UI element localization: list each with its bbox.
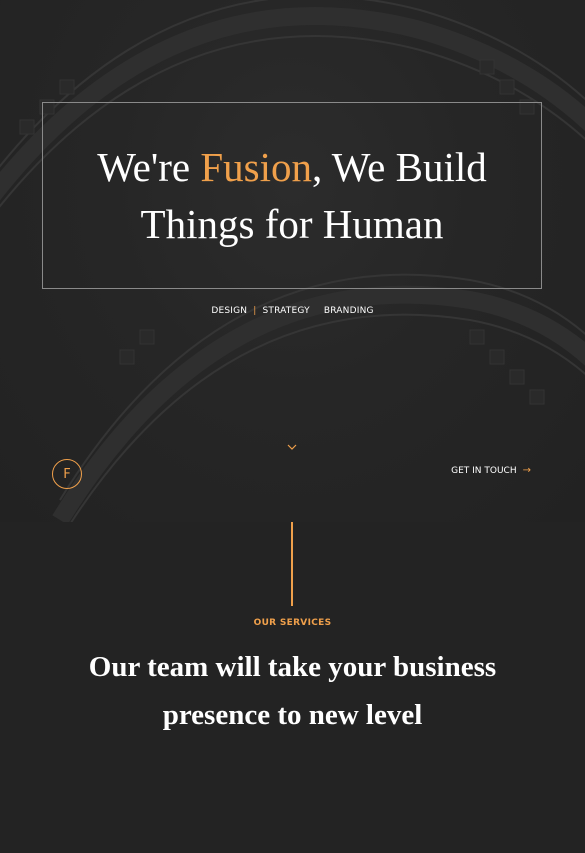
tagline-item-strategy: STRATEGY (262, 306, 310, 316)
logo[interactable]: F (52, 459, 82, 489)
page: We're Fusion, We Build Things for Human … (0, 0, 585, 853)
get-in-touch-label: GET IN TOUCH (451, 465, 517, 476)
tagline: DESIGN | STRATEGY BRANDING (0, 306, 585, 316)
tagline-item-branding: BRANDING (323, 306, 374, 316)
headline-frame: We're Fusion, We Build Things for Human (42, 102, 542, 289)
section-divider (291, 522, 293, 606)
tagline-item-design: DESIGN (211, 306, 248, 316)
logo-letter: F (63, 466, 71, 482)
hero-headline: We're Fusion, We Build Things for Human (43, 139, 541, 253)
chevron-down-icon[interactable] (286, 443, 298, 453)
tagline-separator: | (253, 306, 257, 316)
services-label: OUR SERVICES (253, 618, 332, 628)
headline-prefix: We're (97, 143, 201, 190)
hero-section: We're Fusion, We Build Things for Human … (0, 0, 585, 522)
get-in-touch-link[interactable]: GET IN TOUCH → (451, 465, 531, 476)
services-title: Our team will take your business presenc… (88, 651, 497, 731)
arrow-right-icon: → (522, 465, 531, 476)
headline-brand-name: Fusion (200, 143, 312, 190)
